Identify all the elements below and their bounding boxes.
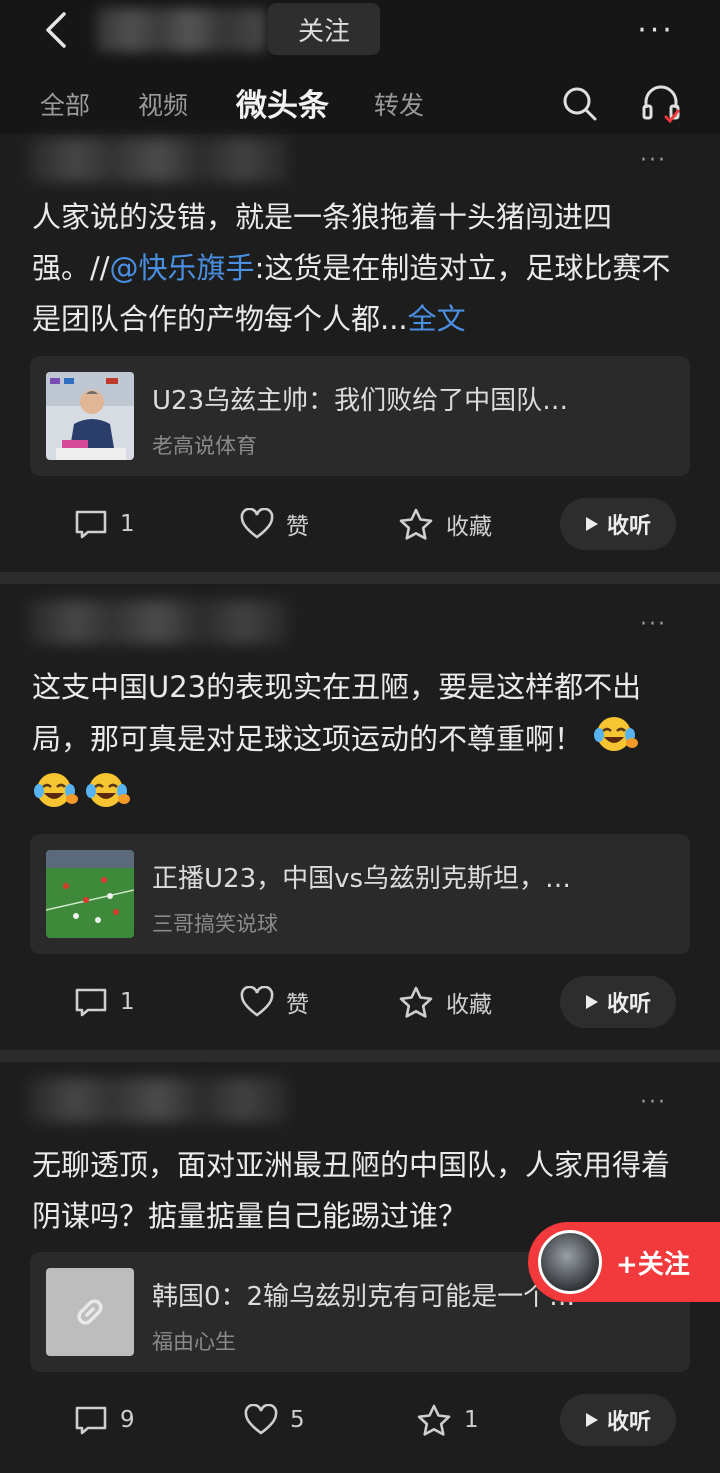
post-actions: 1 赞 收藏 收听 [0,974,720,1030]
article-source: 老高说体育 [152,434,257,458]
post-more-button[interactable]: ··· [640,1090,667,1115]
content-tabs: 全部 视频 微头条 转发 [0,74,720,134]
post-text-body: 这支中国U23的表现实在丑陋，要是这样都不出局，那可真是对足球这项运动的不尊重啊… [32,670,642,756]
follow-button[interactable]: 关注 [268,3,380,55]
heart-icon [244,1404,278,1435]
tab-micro-headline[interactable]: 微头条 [236,80,329,125]
heart-icon [240,986,274,1017]
like-button[interactable]: 赞 [240,496,309,552]
post-divider [0,572,720,584]
follow-button-label: 关注 [297,16,350,47]
blurred-author [28,600,290,644]
favorite-button[interactable]: 收藏 [398,974,492,1030]
listen-button[interactable]: 收听 [560,976,676,1028]
floating-follow-label: +关注 [616,1250,690,1280]
comment-button[interactable]: 1 [74,974,135,1030]
play-icon [585,1413,598,1427]
mention-link[interactable]: @快乐旗手 [110,251,255,285]
article-thumbnail [46,372,134,460]
headphones-icon [642,85,680,124]
listen-label: 收听 [606,992,651,1017]
linked-video-card[interactable]: 正播U23，中国vs乌兹别克斯坦，… 三哥搞笑说球 [30,834,690,954]
like-label: 赞 [286,514,309,540]
comment-icon [75,1406,107,1435]
post-card: ··· 这支中国U23的表现实在丑陋，要是这样都不出局，那可真是对足球这项运动的… [0,584,720,1050]
post-actions: 9 5 1 收听 [0,1392,720,1448]
search-button[interactable] [560,84,600,124]
star-icon [399,508,433,540]
more-icon: ··· [637,12,675,48]
post-more-button[interactable]: ··· [640,612,667,637]
favorite-label: 收藏 [446,992,492,1018]
video-source: 三哥搞笑说球 [152,912,278,936]
crying-laughing-emoji [84,769,130,825]
tab-repost[interactable]: 转发 [374,86,424,122]
post-text[interactable]: 这支中国U23的表现实在丑陋，要是这样都不出局，那可真是对足球这项运动的不尊重啊… [32,662,692,825]
avatar [538,1230,602,1294]
blurred-author [28,1078,290,1122]
article-thumbnail [46,1268,134,1356]
post-more-button[interactable]: ··· [640,148,667,173]
link-icon [77,1299,103,1325]
post-actions: 1 赞 收藏 收听 [0,496,720,552]
play-icon [585,517,598,531]
heart-icon [240,508,274,539]
floating-follow-button[interactable]: +关注 [528,1222,720,1302]
star-icon [417,1404,451,1436]
crying-laughing-emoji [592,713,639,769]
article-source: 福由心生 [152,1330,236,1354]
more-options-button[interactable]: ··· [630,10,682,50]
video-title: 正播U23，中国vs乌兹别克斯坦，… [152,864,572,894]
listen-mode-button[interactable] [640,84,682,124]
favorite-count: 1 [464,1407,479,1433]
play-icon [585,995,598,1009]
blurred-username [96,8,266,52]
video-thumbnail [46,850,134,938]
comment-button[interactable]: 9 [74,1392,135,1448]
blurred-author [28,138,290,182]
like-button[interactable]: 赞 [240,974,309,1030]
like-label: 赞 [286,992,309,1018]
tab-video[interactable]: 视频 [138,86,188,122]
post-card: ··· 人家说的没错，就是一条狼拖着十头猪闯进四强。//@快乐旗手:这货是在制造… [0,134,720,572]
listen-button[interactable]: 收听 [560,1394,676,1446]
comment-icon [75,510,107,539]
listen-button[interactable]: 收听 [560,498,676,550]
post-divider [0,1050,720,1062]
comment-count: 1 [120,989,135,1015]
favorite-button[interactable]: 1 [416,1392,479,1448]
like-button[interactable]: 5 [244,1392,305,1448]
comment-count: 1 [120,511,135,537]
favorite-label: 收藏 [446,514,492,540]
back-button[interactable] [38,8,78,52]
comment-count: 9 [120,1407,135,1433]
search-icon [563,87,597,121]
chevron-left-icon [46,12,66,48]
post-text[interactable]: 人家说的没错，就是一条狼拖着十头猪闯进四强。//@快乐旗手:这货是在制造对立，足… [32,192,692,345]
linked-article-card[interactable]: U23乌兹主帅：我们败给了中国队… 老高说体育 [30,356,690,476]
favorite-button[interactable]: 收藏 [398,496,492,552]
comment-icon [75,988,107,1017]
listen-label: 收听 [606,514,651,539]
crying-laughing-emoji [32,769,78,825]
tab-all[interactable]: 全部 [40,86,90,122]
full-text-link[interactable]: 全文 [408,302,466,336]
star-icon [399,986,433,1018]
top-bar: 关注 ··· [0,0,720,60]
comment-button[interactable]: 1 [74,496,135,552]
post-text-body: 无聊透顶，面对亚洲最丑陋的中国队，人家用得着阴谋吗？掂量掂量自己能踢过谁？ [32,1148,671,1233]
listen-label: 收听 [606,1410,651,1435]
article-title: U23乌兹主帅：我们败给了中国队… [152,386,569,416]
like-count: 5 [290,1407,305,1433]
